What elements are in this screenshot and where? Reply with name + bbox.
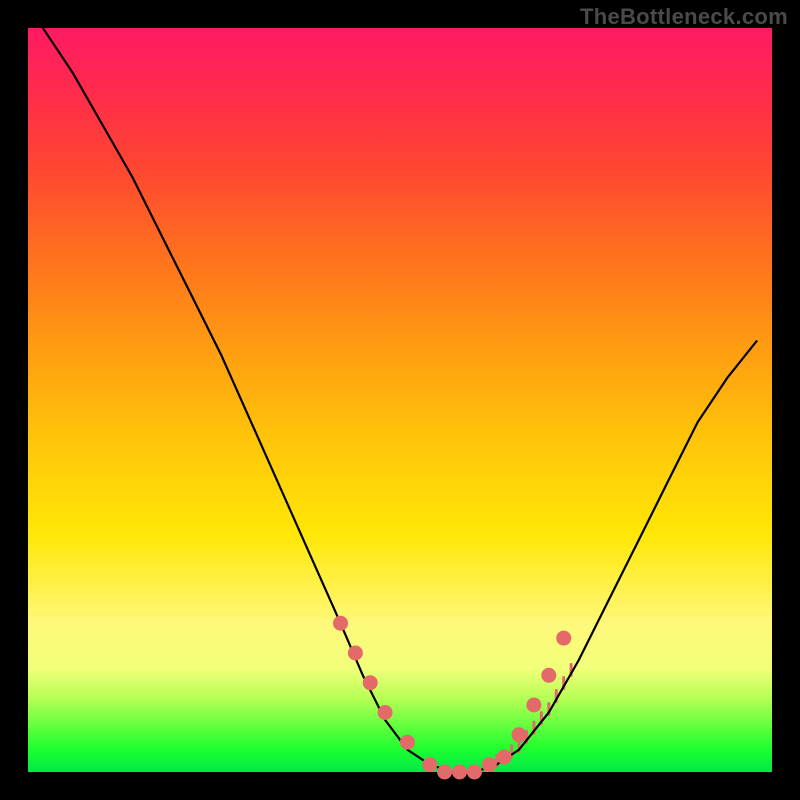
data-point-marker xyxy=(333,616,348,631)
data-point-marker xyxy=(363,675,378,690)
data-point-marker xyxy=(452,765,467,780)
data-point-marker xyxy=(467,765,482,780)
data-point-marker xyxy=(348,646,363,661)
data-point-marker xyxy=(512,727,527,742)
watermark-text: TheBottleneck.com xyxy=(580,4,788,30)
plot-area xyxy=(28,28,772,772)
data-point-marker xyxy=(422,757,437,772)
chart-svg xyxy=(28,28,772,772)
data-point-marker xyxy=(556,631,571,646)
chart-frame: TheBottleneck.com xyxy=(0,0,800,800)
data-point-marker xyxy=(437,765,452,780)
data-point-marker xyxy=(541,668,556,683)
data-point-marker xyxy=(400,735,415,750)
data-point-marker xyxy=(378,705,393,720)
data-point-marker xyxy=(526,698,541,713)
data-point-marker xyxy=(482,757,497,772)
data-point-marker xyxy=(497,750,512,765)
marker-group xyxy=(333,616,571,780)
bottleneck-curve xyxy=(43,28,757,772)
